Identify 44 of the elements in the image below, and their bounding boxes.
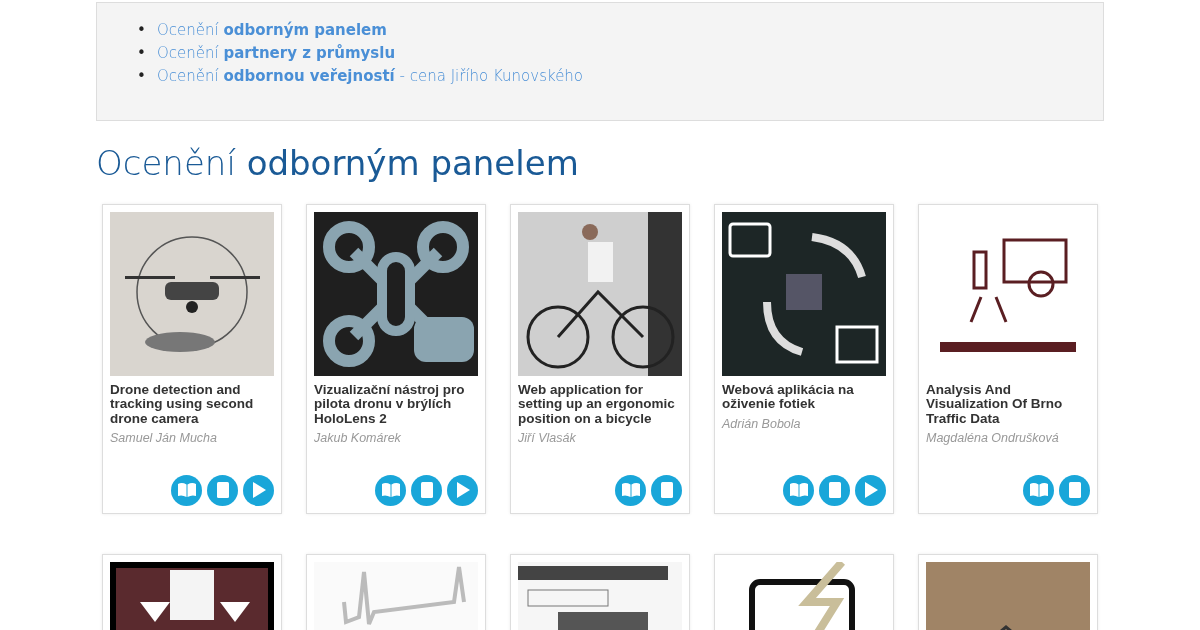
thumbnail-image[interactable] [518, 211, 682, 376]
bullet: • [137, 20, 147, 41]
open-book-icon [620, 482, 641, 499]
document-button[interactable] [651, 474, 682, 506]
document-button[interactable] [819, 474, 850, 506]
document-icon [827, 481, 842, 500]
open-book-icon [380, 482, 401, 499]
document-button[interactable] [207, 474, 238, 506]
play-icon [862, 481, 879, 500]
author-name: Jakub Komárek [314, 430, 402, 448]
read-button[interactable] [1023, 474, 1054, 506]
read-button[interactable] [171, 474, 202, 506]
document-icon [419, 481, 434, 500]
open-book-icon [176, 482, 197, 499]
author-name: Magdaléna Ondrušková [926, 430, 1060, 448]
read-button[interactable] [615, 474, 646, 506]
document-button[interactable] [1059, 474, 1090, 506]
bullet: • [137, 66, 147, 87]
author-name: Adrián Bobola [722, 415, 802, 433]
read-button[interactable] [375, 474, 406, 506]
project-title[interactable]: Drone detection and tracking using second drone camera [110, 382, 274, 427]
author-name: Samuel Ján Mucha [110, 430, 218, 448]
document-icon [659, 481, 674, 500]
section-heading: Ocenění odborným panelem [96, 143, 580, 184]
play-button[interactable] [855, 474, 886, 506]
thumbnail-image[interactable] [722, 211, 886, 376]
open-book-icon [788, 482, 809, 499]
play-button[interactable] [447, 474, 478, 506]
project-title[interactable]: Vizualizační nástroj pro pilota dronu v brýlích HoloLens 2 [314, 382, 478, 427]
project-title[interactable]: Analysis And Visualization Of Brno Traffic Data [926, 382, 1090, 427]
thumbnail-image[interactable] [314, 211, 478, 376]
read-button[interactable] [783, 474, 814, 506]
play-icon [454, 481, 471, 500]
document-icon [215, 481, 230, 500]
author-name: Jiří Vlasák [518, 430, 577, 448]
document-icon [1067, 481, 1082, 500]
open-book-icon [1028, 482, 1049, 499]
play-button[interactable] [243, 474, 274, 506]
project-title[interactable]: Webová aplikácia na oživenie fotiek [722, 382, 886, 412]
project-title[interactable]: Web application for setting up an ergonomic position on a bicycle [518, 382, 682, 427]
bullet: • [137, 43, 147, 64]
thumbnail-image[interactable] [110, 211, 274, 376]
document-button[interactable] [411, 474, 442, 506]
play-icon [250, 481, 267, 500]
